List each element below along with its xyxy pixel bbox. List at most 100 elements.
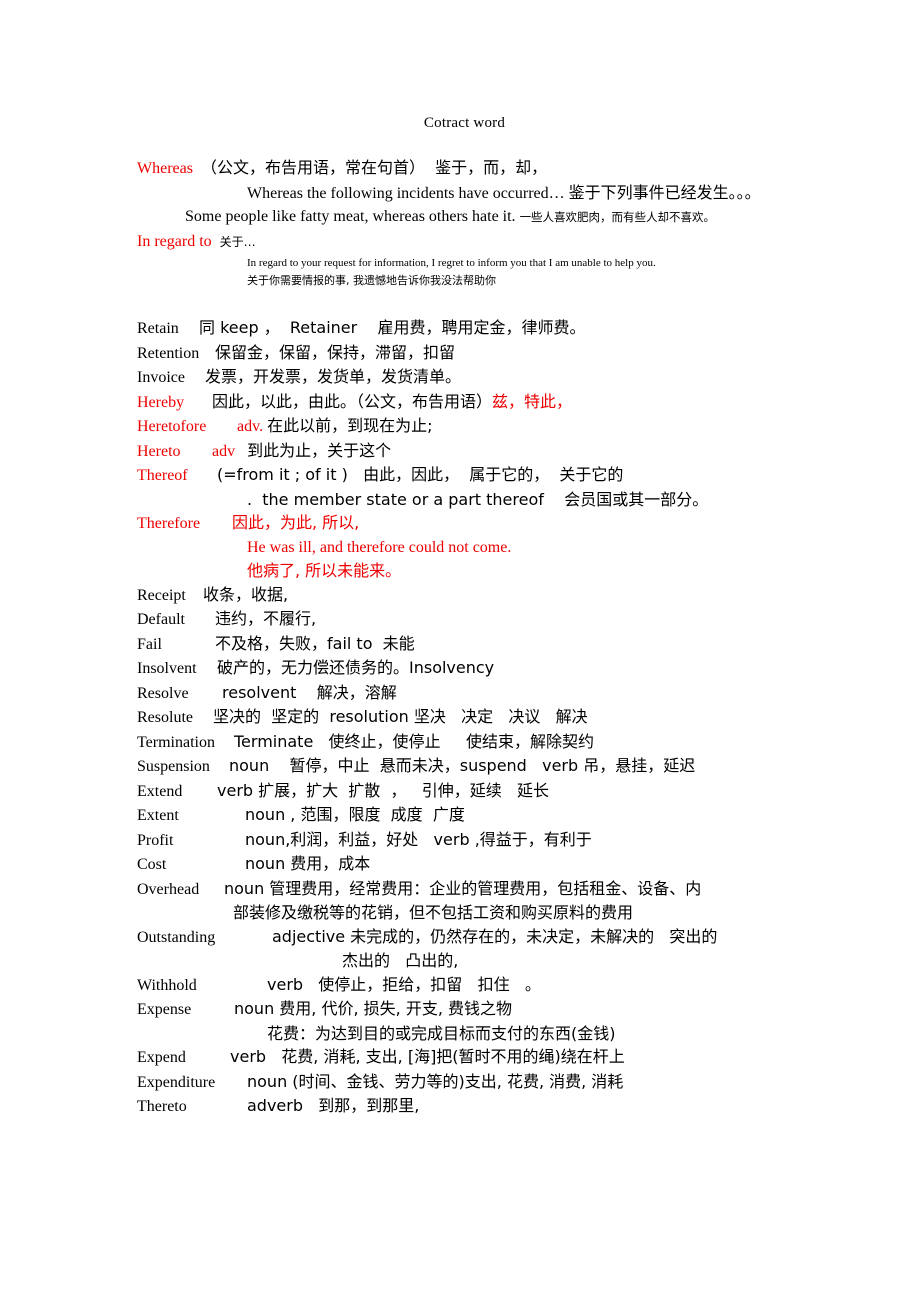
entry-resolve: Resolve resolvent 解决，溶解: [137, 681, 792, 706]
entry-outstanding: Outstanding adjective 未完成的，仍然存在的，未决定，未解决的…: [137, 925, 792, 950]
body-default: 违约，不履行,: [215, 609, 317, 628]
entry-invoice: Invoice 发票，开发票，发货单，发货清单。: [137, 365, 792, 390]
page-title: Cotract word: [423, 115, 506, 131]
headword-suspension: Suspension: [137, 758, 210, 775]
document-body: Cotract word Whereas （公文，布告用语，常在句首） 鉴于，而…: [137, 112, 792, 1119]
therefore-example-cn: 他病了, 所以未能来。: [247, 561, 402, 580]
body-suspension: noun 暂停，中止 悬而未决，suspend verb 吊，悬挂，延迟: [229, 756, 696, 775]
headword-expend: Expend: [137, 1049, 186, 1066]
body-expense-cont: 花费：为达到目的或完成目标而支付的东西(金钱): [267, 1023, 616, 1043]
headword-heretofore: Heretofore: [137, 418, 207, 435]
entry-retain: Retain 同 keep ， Retainer 雇用费，聘用定金，律师费。: [137, 316, 792, 341]
headword-termination: Termination: [137, 733, 215, 751]
headword-thereof: Thereof: [137, 467, 188, 484]
gloss-in-regard-to: 关于…: [219, 234, 256, 249]
headword-whereas: Whereas: [137, 160, 193, 177]
body-resolute: 坚决的 坚定的 resolution 坚决 决定 决议 解决: [213, 707, 588, 726]
body-outstanding-cont: 杰出的 凸出的,: [342, 951, 459, 970]
headword-retention: Retention: [137, 344, 200, 362]
pos-hereto: adv: [212, 442, 236, 460]
entry-expend: Expend verb 花费, 消耗, 支出, [海]把(暂时不用的绳)绕在杆上: [137, 1045, 792, 1070]
entry-fail: Fail 不及格，失败，fail to 未能: [137, 632, 792, 657]
body-retain: 同 keep ， Retainer 雇用费，聘用定金，律师费。: [199, 318, 586, 337]
body-resolve: resolvent 解决，溶解: [222, 682, 397, 702]
whereas-example2-line: Some people like fatty meat, whereas oth…: [137, 205, 792, 230]
headword-thereto: Thereto: [137, 1098, 187, 1115]
body-thereto: adverb 到那，到那里,: [247, 1096, 420, 1115]
document-page: Cotract word Whereas （公文，布告用语，常在句首） 鉴于，而…: [0, 0, 920, 1302]
body-therefore: 因此，为此, 所以,: [232, 513, 360, 532]
body-extend: verb 扩展，扩大 扩散 ， 引伸，延续 延长: [217, 780, 549, 800]
body-withhold: verb 使停止，拒给，扣留 扣住 。: [267, 974, 541, 994]
body-expend: verb 花费, 消耗, 支出, [海]把(暂时不用的绳)绕在杆上: [230, 1047, 625, 1066]
entry-whereas: Whereas （公文，布告用语，常在句首） 鉴于，而，却，: [137, 156, 792, 181]
headword-hereto: Hereto: [137, 442, 181, 460]
headword-withhold: Withhold: [137, 976, 197, 994]
headword-insolvent: Insolvent: [137, 660, 197, 677]
body-hereto: 到此为止，关于这个: [247, 440, 392, 460]
whereas-example2-en: Some people like fatty meat, whereas oth…: [185, 208, 516, 225]
body-thereof: (=from it ; of it ) 由此，因此， 属于它的， 关于它的: [217, 465, 624, 484]
body-hereby-red: 兹，特此，: [492, 391, 573, 411]
entry-heretofore: Heretofore adv. 在此以前，到现在为止;: [137, 414, 792, 439]
whereas-example-cn: 鉴于下列事件已经发生。。。: [568, 182, 761, 202]
body-termination: Terminate 使终止，使停止 使结束，解除契约: [234, 731, 594, 751]
entry-extend: Extend verb 扩展，扩大 扩散 ， 引伸，延续 延长: [137, 779, 792, 804]
headword-resolute: Resolute: [137, 709, 193, 726]
entry-insolvent: Insolvent 破产的，无力偿还债务的。Insolvency: [137, 656, 792, 681]
entry-suspension: Suspension noun 暂停，中止 悬而未决，suspend verb 吊…: [137, 754, 792, 779]
whereas-example-line: Whereas the following incidents have occ…: [137, 181, 792, 206]
in-regard-to-example-en: In regard to your request for informatio…: [247, 257, 656, 269]
thereof-example: . the member state or a part thereof 会员国…: [247, 489, 709, 509]
body-insolvent: 破产的，无力偿还债务的。Insolvency: [217, 658, 495, 677]
body-receipt: 收条，收据,: [203, 584, 289, 604]
entry-expense: Expense noun 费用, 代价, 损失, 开支, 费钱之物: [137, 997, 792, 1022]
entry-receipt: Receipt 收条，收据,: [137, 583, 792, 608]
headword-expense: Expense: [137, 1001, 192, 1018]
body-overhead: noun 管理费用，经常费用：企业的管理费用，包括租金、设备、内: [224, 878, 702, 898]
body-retention: 保留金，保留，保持，滞留，扣留: [215, 342, 456, 362]
headword-resolve: Resolve: [137, 684, 189, 702]
entry-extent: Extent noun , 范围，限度 成度 广度: [137, 803, 792, 828]
headword-cost: Cost: [137, 856, 167, 873]
headword-profit: Profit: [137, 831, 174, 849]
gloss-whereas: [193, 160, 201, 177]
body-fail: 不及格，失败，fail to 未能: [215, 633, 415, 653]
entry-expenditure: Expenditure noun (时间、金钱、劳力等的)支出, 花费, 消费, …: [137, 1070, 792, 1095]
entry-overhead: Overhead noun 管理费用，经常费用：企业的管理费用，包括租金、设备、内: [137, 877, 792, 902]
headword-expenditure: Expenditure: [137, 1073, 216, 1091]
headword-invoice: Invoice: [137, 369, 185, 386]
body-heretofore: 在此以前，到现在为止;: [267, 416, 433, 435]
in-regard-to-example-cn: 关于你需要情报的事, 我遗憾地告诉你我没法帮助你: [247, 274, 496, 287]
entry-in-regard-to: In regard to 关于…: [137, 230, 792, 255]
entry-profit: Profit noun,利润，利益，好处 verb ,得益于，有利于: [137, 828, 792, 853]
therefore-example-en: He was ill, and therefore could not come…: [247, 538, 512, 556]
entry-resolute: Resolute 坚决的 坚定的 resolution 坚决 决定 决议 解决: [137, 705, 792, 730]
entry-termination: Termination Terminate 使终止，使停止 使结束，解除契约: [137, 730, 792, 755]
headword-therefore: Therefore: [137, 515, 201, 532]
entry-thereof: Thereof (=from it ; of it ) 由此，因此， 属于它的， …: [137, 463, 792, 488]
headword-extent: Extent: [137, 807, 179, 824]
body-extent: noun , 范围，限度 成度 广度: [245, 805, 465, 824]
body-expense: noun 费用, 代价, 损失, 开支, 费钱之物: [234, 999, 512, 1018]
headword-fail: Fail: [137, 635, 162, 653]
body-cost: noun 费用，成本: [245, 854, 371, 873]
gloss-whereas-text: （公文，布告用语，常在句首） 鉴于，而，却，: [200, 158, 548, 177]
body-overhead-cont: 部装修及缴税等的花销，但不包括工资和购买原料的费用: [233, 903, 634, 922]
entry-thereto: Thereto adverb 到那，到那里,: [137, 1094, 792, 1119]
entry-cost: Cost noun 费用，成本: [137, 852, 792, 877]
headword-receipt: Receipt: [137, 586, 186, 604]
headword-in-regard-to: In regard to: [137, 232, 212, 250]
body-expenditure: noun (时间、金钱、劳力等的)支出, 花费, 消费, 消耗: [247, 1071, 624, 1091]
entry-withhold: Withhold verb 使停止，拒给，扣留 扣住 。: [137, 973, 792, 998]
body-hereby-black: 因此，以此，由此。（公文，布告用语）: [212, 391, 493, 411]
entry-hereby: Hereby 因此，以此，由此。（公文，布告用语）兹，特此，: [137, 390, 792, 415]
headword-outstanding: Outstanding: [137, 928, 216, 946]
body-outstanding: adjective 未完成的，仍然存在的，未决定，未解决的 突出的: [272, 926, 718, 946]
body-profit: noun,利润，利益，好处 verb ,得益于，有利于: [245, 829, 592, 849]
body-invoice: 发票，开发票，发货单，发货清单。: [205, 367, 462, 386]
headword-overhead: Overhead: [137, 880, 200, 898]
entry-default: Default 违约，不履行,: [137, 607, 792, 632]
in-regard-to-sep: [212, 233, 220, 250]
